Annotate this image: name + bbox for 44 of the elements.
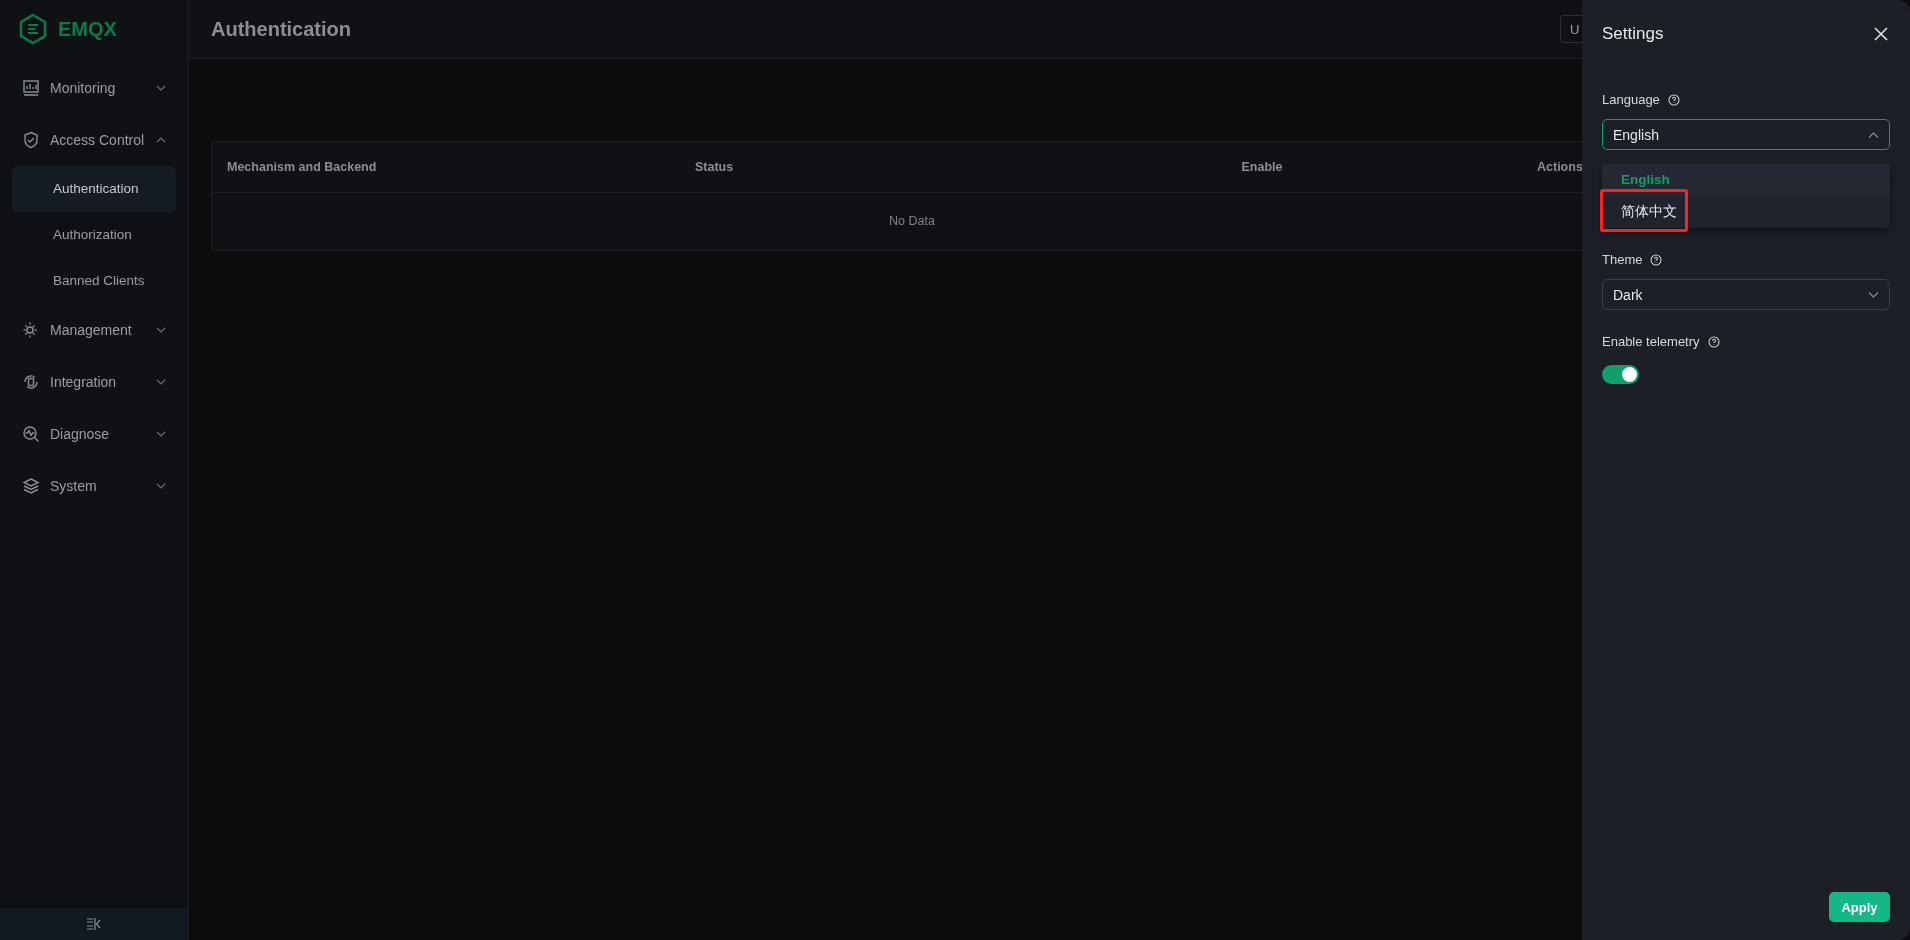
empty-text: No Data — [888, 213, 936, 230]
chevron-down-icon — [1868, 291, 1879, 298]
chevron-up-icon — [1868, 131, 1879, 138]
database-icon — [22, 373, 40, 391]
shield-icon — [22, 131, 40, 149]
submenu-item[interactable]: Authentication — [12, 166, 176, 212]
page-title: Authentication — [211, 17, 351, 41]
chevron-down-icon — [156, 379, 166, 385]
help-icon[interactable] — [1650, 253, 1663, 266]
help-icon[interactable] — [1707, 335, 1720, 348]
theme-select[interactable]: Dark — [1602, 279, 1890, 310]
close-icon[interactable] — [1874, 27, 1888, 41]
collapse-icon[interactable] — [86, 918, 102, 930]
menu-item[interactable]: System — [0, 460, 188, 512]
chevron-down-icon — [156, 431, 166, 437]
chevron-up-icon — [156, 137, 166, 143]
menu-item[interactable]: Integration — [0, 356, 188, 408]
language-select[interactable]: English — [1602, 119, 1890, 150]
chevron-down-icon — [156, 327, 166, 333]
logo-icon — [18, 13, 48, 45]
toggle-switch[interactable] — [1602, 365, 1639, 384]
submenu-item[interactable]: Banned Clients — [12, 258, 176, 304]
chevron-down-icon — [156, 85, 166, 91]
column-header: Enable — [1240, 160, 1284, 174]
dropdown-option[interactable]: English — [1602, 164, 1890, 196]
column-header: Status — [694, 160, 735, 174]
monitor-icon — [22, 79, 40, 97]
dropdown-option[interactable]: 简体中文 — [1602, 196, 1890, 228]
chevron-down-icon — [156, 483, 166, 489]
column-header: Actions — [1536, 160, 1582, 174]
field-label: Theme — [1602, 252, 1643, 267]
menu-item[interactable]: Monitoring — [0, 62, 188, 114]
help-icon[interactable] — [1667, 93, 1680, 106]
field-label: Enable telemetry — [1602, 334, 1700, 349]
pulse-magnifier-icon — [22, 425, 40, 443]
column-header: Mechanism and Backend — [226, 160, 378, 174]
submenu-item[interactable]: Authorization — [12, 212, 176, 258]
menu-item[interactable]: Management — [0, 304, 188, 356]
field-label: Language — [1602, 92, 1660, 107]
layers-icon — [22, 477, 40, 495]
menu-item[interactable]: Access Control — [0, 114, 188, 166]
logo-text: EMQX — [58, 17, 117, 41]
panel-title: Settings — [1602, 24, 1664, 44]
menu-item[interactable]: Diagnose — [0, 408, 188, 460]
